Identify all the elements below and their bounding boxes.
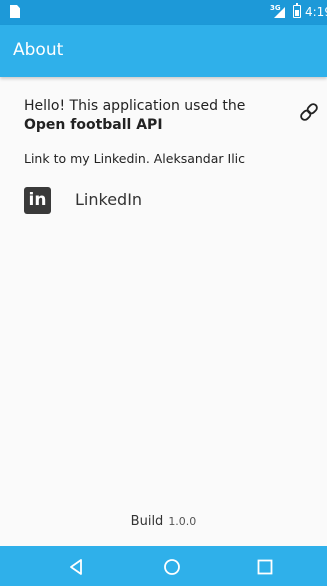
page-title: About — [13, 40, 64, 60]
battery-icon — [293, 2, 301, 18]
intro-text-block: Hello! This application used the Open fo… — [24, 97, 245, 135]
navigation-bar — [0, 546, 327, 586]
status-bar: 3G 4:19 — [0, 0, 327, 25]
intro-text: Hello! This application used the — [24, 98, 246, 114]
build-label: Build — [130, 514, 164, 529]
build-version: 1.0.0 — [168, 515, 197, 528]
linkedin-icon: in — [24, 187, 51, 214]
linkedin-link[interactable]: in LinkedIn — [20, 182, 220, 220]
build-info: Build 1.0.0 — [0, 514, 327, 529]
app-bar: About — [0, 25, 327, 77]
link-icon[interactable] — [298, 101, 320, 123]
linkedin-caption: Link to my Linkedin. Aleksandar Ilic — [24, 151, 246, 166]
api-name[interactable]: Open football API — [24, 116, 245, 135]
sim-card-icon — [10, 5, 20, 18]
back-icon[interactable] — [66, 556, 88, 578]
network-type-label: 3G — [270, 4, 281, 12]
home-icon[interactable] — [161, 556, 183, 578]
linkedin-label: LinkedIn — [75, 190, 143, 209]
recents-icon[interactable] — [254, 556, 276, 578]
status-time: 4:19 — [305, 5, 327, 19]
